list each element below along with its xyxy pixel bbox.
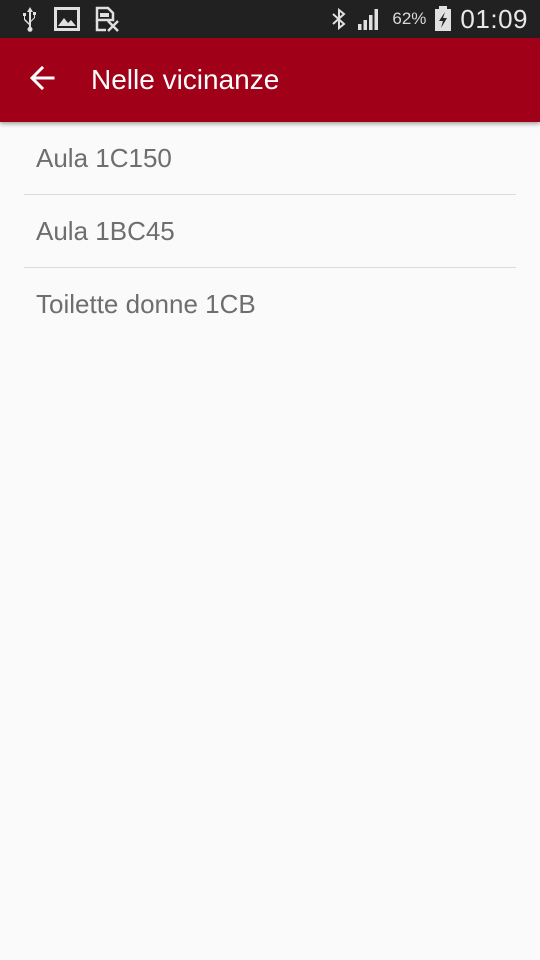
signal-icon: [356, 7, 382, 31]
battery-percent: 62%: [392, 9, 427, 28]
list-item[interactable]: Aula 1BC45: [24, 195, 516, 268]
list-item-label: Toilette donne 1CB: [36, 289, 256, 319]
list-item[interactable]: Aula 1C150: [24, 122, 516, 195]
status-bar: 62% 01:09: [0, 0, 540, 38]
app-bar: Nelle vicinanze: [0, 38, 540, 122]
list-item-label: Aula 1BC45: [36, 215, 175, 246]
clock: 01:09: [460, 3, 528, 34]
page-title: Nelle vicinanze: [91, 64, 280, 95]
list-item[interactable]: Toilette donne 1CB: [24, 268, 516, 341]
battery-charging-icon: [434, 6, 452, 32]
nearby-list: Aula 1C150 Aula 1BC45 Toilette donne 1CB: [0, 122, 540, 341]
usb-icon: [20, 6, 40, 32]
bluetooth-icon: [330, 7, 348, 31]
no-sim-icon: [94, 6, 120, 32]
back-button[interactable]: [0, 38, 84, 122]
list-item-label: Aula 1C150: [36, 142, 172, 173]
image-icon: [54, 7, 80, 31]
arrow-back-icon: [29, 65, 55, 96]
